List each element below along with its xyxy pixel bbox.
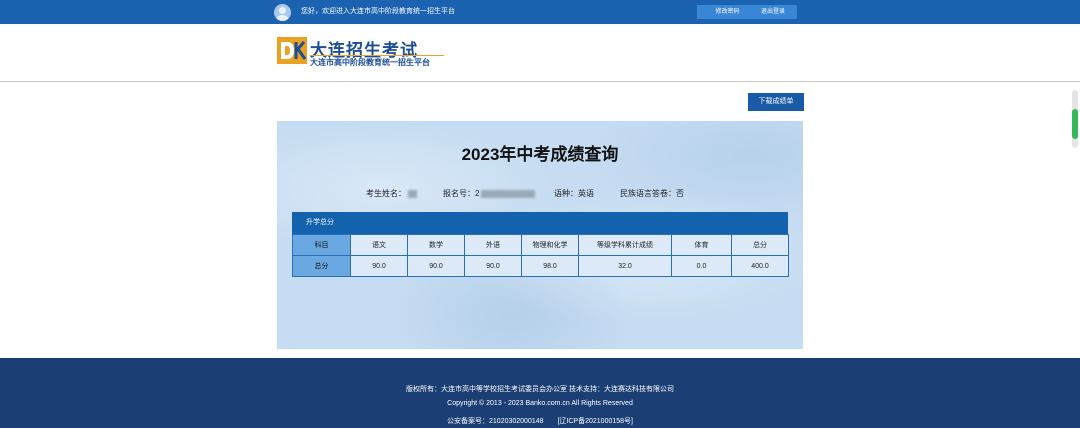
logo-subtitle: 大连市高中阶段教育统一招生平台	[310, 58, 430, 67]
score-cell: 90.0	[350, 255, 408, 277]
row-label-subject: 科目	[292, 234, 351, 256]
footer-copyright-owner: 版权所有：大连市高中等学校招生考试委员会办公室 技术支持：大连赛达科技有限公司	[406, 386, 674, 393]
avatar-icon	[274, 4, 291, 21]
page-title: 2023年中考成绩查询	[461, 145, 619, 164]
logout-button[interactable]: 退出登录	[749, 5, 797, 19]
score-section-title: 升学总分	[292, 212, 788, 234]
subject-cell: 数学	[407, 234, 465, 256]
police-record: 公安备案号：21020302000148	[447, 418, 544, 425]
logo-mark-icon	[277, 37, 307, 64]
score-cell: 400.0	[731, 255, 789, 277]
candidate-name: 考生姓名：	[366, 188, 417, 199]
score-cell: 32.0	[578, 255, 672, 277]
score-cell: 90.0	[407, 255, 465, 277]
score-grid: 科目 语文 数学 外语 物理和化学 等级学科累计成绩 体育 总分 总分 90.0…	[292, 234, 789, 277]
score-panel: 2023年中考成绩查询 考生姓名： 报名号：2 语种：英语 民族语言答卷：否 升…	[277, 121, 803, 349]
site-header: 大连招生考试 大连市高中阶段教育统一招生平台	[0, 24, 1080, 82]
row-label-total: 总分	[292, 255, 351, 277]
welcome-text: 您好，欢迎进入大连市高中阶段教育统一招生平台	[301, 8, 455, 15]
logo-divider	[310, 55, 444, 56]
scrollbar-thumb[interactable]	[1072, 109, 1078, 139]
subject-cell: 体育	[671, 234, 732, 256]
subject-cell: 总分	[731, 234, 789, 256]
icp-link[interactable]: [辽ICP备2021000158号]	[557, 418, 633, 425]
redacted-registration	[481, 189, 536, 198]
registration-number: 报名号：2	[443, 188, 536, 199]
score-cell: 90.0	[464, 255, 522, 277]
score-cell: 98.0	[521, 255, 579, 277]
site-footer: 版权所有：大连市高中等学校招生考试委员会办公室 技术支持：大连赛达科技有限公司 …	[0, 358, 1080, 428]
table-row: 总分 90.0 90.0 90.0 98.0 32.0 0.0 400.0	[292, 255, 789, 277]
score-cell: 0.0	[671, 255, 732, 277]
minority-language-info: 民族语言答卷：否	[620, 189, 684, 198]
table-row: 科目 语文 数学 外语 物理和化学 等级学科累计成绩 体育 总分	[292, 234, 789, 256]
subject-cell: 物理和化学	[521, 234, 579, 256]
subject-cell: 等级学科累计成绩	[578, 234, 672, 256]
score-table: 升学总分 科目 语文 数学 外语 物理和化学 等级学科累计成绩 体育 总分 总分…	[292, 212, 789, 277]
subject-cell: 语文	[350, 234, 408, 256]
download-scorecard-button[interactable]: 下载成绩单	[748, 93, 804, 111]
subject-cell: 外语	[464, 234, 522, 256]
language-info: 语种：英语	[554, 189, 594, 198]
top-bar: 您好，欢迎进入大连市高中阶段教育统一招生平台 修改密码 退出登录	[0, 0, 1080, 24]
footer-records: 公安备案号：21020302000148 [辽ICP备2021000158号]	[0, 416, 1080, 426]
footer-copyright: Copyright © 2013 - 2023 Banko.com.cn All…	[447, 400, 633, 407]
redacted-name	[408, 189, 417, 198]
